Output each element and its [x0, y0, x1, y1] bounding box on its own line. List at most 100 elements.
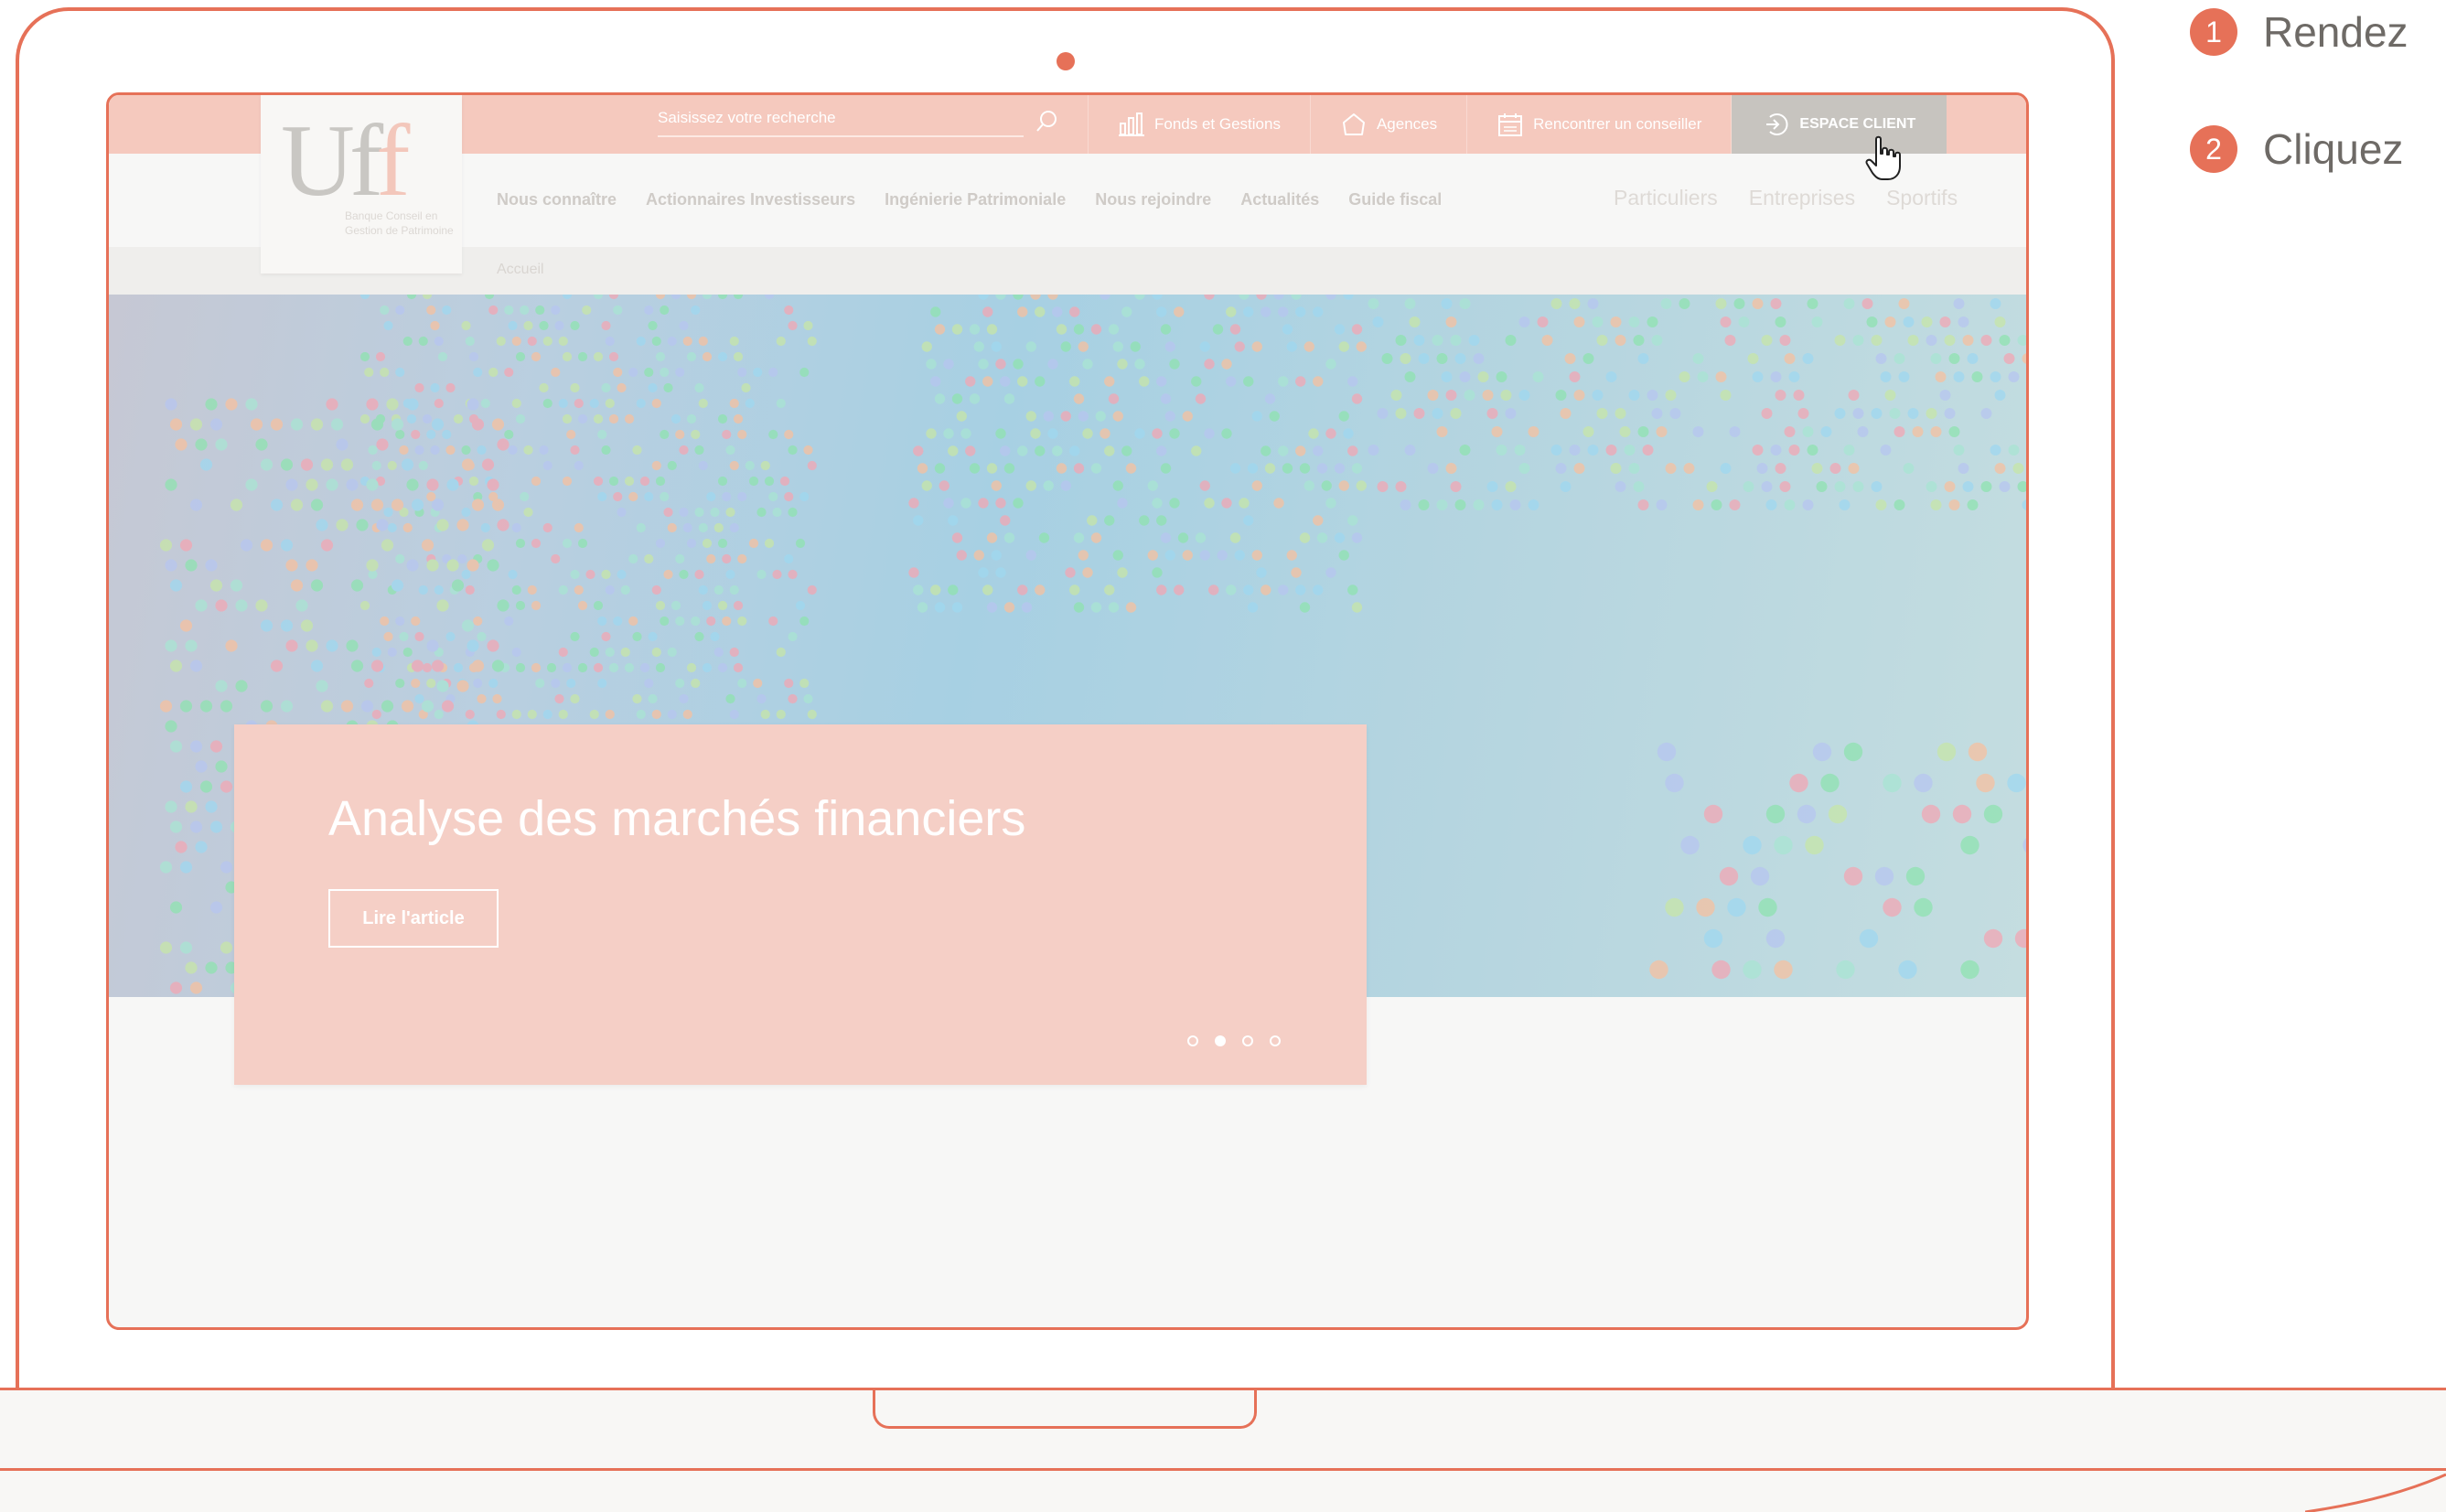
carousel-dot[interactable]	[1242, 1035, 1253, 1046]
led-dot	[346, 478, 359, 491]
led-dot	[179, 539, 193, 552]
led-dot	[1177, 532, 1189, 543]
led-dot	[399, 445, 409, 456]
led-dot	[1505, 408, 1517, 419]
led-dot	[430, 320, 440, 331]
led-dot	[1802, 499, 1814, 510]
led-dot	[951, 393, 963, 404]
led-dot	[1477, 371, 1489, 382]
led-dot	[1017, 584, 1028, 595]
carousel-dot[interactable]	[1187, 1035, 1198, 1046]
led-dot	[395, 678, 405, 689]
led-dot	[1573, 316, 1585, 327]
led-dot	[1907, 408, 1919, 419]
led-dot	[1948, 353, 1960, 364]
uff-logo[interactable]: Uff Banque Conseil en Gestion de Patrimo…	[261, 95, 462, 273]
led-dot	[776, 398, 786, 409]
led-dot	[481, 539, 495, 552]
led-dot	[1788, 371, 1800, 382]
led-dot	[1752, 298, 1764, 309]
led-dot	[554, 693, 564, 704]
led-dot	[620, 584, 630, 595]
led-dot	[675, 429, 685, 440]
led-dot	[230, 499, 243, 511]
led-dot	[165, 478, 177, 491]
led-dot	[306, 559, 318, 572]
nav-guide-fiscal[interactable]: Guide fiscal	[1348, 190, 1442, 209]
led-dot	[651, 336, 661, 347]
led-dot	[1912, 426, 1924, 437]
led-dot	[624, 662, 635, 673]
led-dot	[205, 398, 218, 411]
led-dot	[1404, 371, 1416, 382]
topnav-rencontrer-un-conseiller[interactable]: Rencontrer un conseiller	[1466, 95, 1731, 154]
led-dot	[2008, 371, 2020, 382]
led-dot	[589, 709, 599, 720]
led-dot	[1043, 480, 1054, 491]
segment-particuliers[interactable]: Particuliers	[1614, 186, 1718, 210]
breadcrumb[interactable]: Accueil	[497, 262, 544, 278]
led-dot	[1112, 341, 1123, 352]
segment-sportifs[interactable]: Sportifs	[1886, 186, 1958, 210]
led-dot	[1264, 463, 1276, 474]
led-dot	[1035, 306, 1046, 317]
led-dot	[1090, 463, 1102, 474]
led-dot	[523, 507, 533, 518]
nav-ingenierie-patrimoniale[interactable]: Ingénierie Patrimoniale	[885, 190, 1066, 209]
led-dot	[986, 532, 998, 543]
led-dot	[636, 336, 646, 347]
led-dot	[1994, 463, 2006, 474]
search-input[interactable]: Saisissez votre recherche	[658, 102, 1024, 137]
espace-client-button[interactable]: ESPACE CLIENT	[1731, 95, 1947, 154]
led-dot	[570, 382, 580, 393]
led-dot	[995, 567, 1006, 578]
led-dot	[644, 678, 654, 689]
led-dot	[1724, 335, 1736, 346]
led-dot	[617, 507, 627, 518]
led-dot	[1518, 390, 1530, 401]
led-dot	[205, 800, 218, 813]
led-dot	[1400, 499, 1411, 510]
led-dot	[255, 438, 268, 451]
led-dot	[1703, 804, 1723, 824]
led-dot	[807, 336, 817, 347]
led-dot	[1030, 428, 1041, 439]
led-dot	[1199, 550, 1210, 561]
led-dot	[686, 413, 697, 424]
led-dot	[1160, 463, 1172, 474]
led-dot	[539, 445, 549, 456]
search-icon[interactable]	[1033, 108, 1060, 135]
led-dot	[159, 539, 173, 552]
topnav-fonds-et-gestions[interactable]: Fonds et Gestions	[1088, 95, 1310, 154]
nav-actionnaires-investisseurs[interactable]: Actionnaires Investisseurs	[646, 190, 855, 209]
led-dot	[381, 700, 394, 713]
led-dot	[982, 306, 993, 317]
carousel-dot[interactable]	[1215, 1035, 1226, 1046]
led-dot	[1247, 602, 1259, 613]
read-article-button[interactable]: Lire l'article	[328, 889, 499, 948]
led-dot	[733, 600, 744, 611]
led-dot	[648, 320, 658, 331]
led-dot	[477, 445, 487, 456]
nav-nous-rejoindre[interactable]: Nous rejoindre	[1095, 190, 1211, 209]
led-dot	[411, 429, 421, 440]
led-dot	[320, 539, 334, 552]
led-dot	[717, 600, 728, 611]
led-dot	[1432, 335, 1443, 346]
led-dot	[1104, 445, 1115, 456]
led-dot	[422, 662, 433, 673]
nav-nous-connaitre[interactable]: Nous connaître	[497, 190, 617, 209]
led-dot	[995, 428, 1006, 439]
led-dot	[527, 336, 537, 347]
segment-entreprises[interactable]: Entreprises	[1749, 186, 1855, 210]
nav-actualites[interactable]: Actualités	[1240, 190, 1319, 209]
topnav-agences[interactable]: Agences	[1309, 95, 1466, 154]
led-dot	[582, 305, 592, 316]
led-dot	[663, 382, 673, 393]
led-dot	[1775, 390, 1786, 401]
led-dot	[225, 398, 238, 411]
carousel-dot[interactable]	[1270, 1035, 1281, 1046]
led-dot	[679, 445, 689, 456]
led-dot	[1802, 426, 1814, 437]
led-dot	[442, 429, 452, 440]
